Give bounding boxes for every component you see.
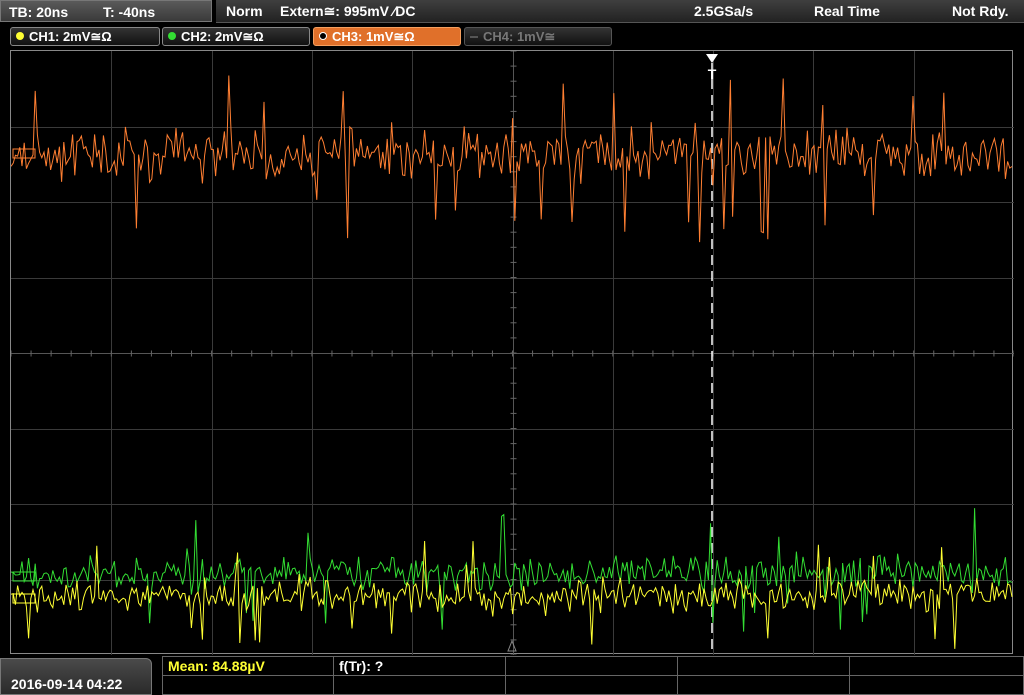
measurement-cell[interactable]	[849, 656, 1024, 676]
measurement-cell[interactable]	[505, 656, 678, 676]
time-offset: T: -40ns	[103, 4, 156, 20]
acquisition-mode: Real Time	[814, 3, 880, 19]
measurement-table: Mean: 84.88µV f(Tr): ?	[162, 656, 1024, 695]
trigger-marker-label: T	[708, 66, 717, 82]
frequency-measurement: f(Tr): ?	[339, 658, 384, 674]
top-bar: TB: 20ns T: -40ns Norm Extern≅: 995mV ∕D…	[0, 0, 1024, 24]
tab-ch1[interactable]: CH1: 2mV≅Ω	[10, 27, 160, 46]
ch2-label: CH2: 2mV≅Ω	[181, 29, 264, 44]
sample-rate: 2.5GSa/s	[694, 3, 754, 19]
ch3-indicator-icon	[319, 32, 327, 40]
trigger-level-icon	[507, 639, 517, 652]
graticule	[11, 51, 1014, 655]
ch1-label: CH1: 2mV≅Ω	[29, 29, 112, 44]
ch3-label: CH3: 1mV≅Ω	[332, 29, 415, 44]
waveform-display[interactable]: T	[10, 50, 1014, 655]
measurement-cell[interactable]	[505, 675, 678, 695]
ch1-indicator-icon	[16, 32, 24, 40]
ch4-label: CH4: 1mV≅	[483, 29, 556, 44]
measurement-cell[interactable]	[677, 656, 850, 676]
waveform-svg: T	[11, 51, 1014, 655]
ch4-indicator-icon	[470, 36, 478, 38]
timebase-box[interactable]: TB: 20ns T: -40ns	[0, 0, 212, 22]
trigger-mode[interactable]: Norm	[226, 3, 263, 19]
measurement-cell[interactable]	[677, 675, 850, 695]
measurement-cell[interactable]	[162, 675, 334, 695]
tab-ch2[interactable]: CH2: 2mV≅Ω	[162, 27, 310, 46]
measurement-cell[interactable]	[849, 675, 1024, 695]
trigger-position-icon[interactable]	[706, 54, 718, 63]
mean-measurement: Mean: 84.88µV	[168, 658, 265, 674]
measurement-cell[interactable]	[333, 675, 506, 695]
timebase-scale: TB: 20ns	[9, 4, 69, 20]
ch2-indicator-icon	[168, 32, 176, 40]
tab-ch4[interactable]: CH4: 1mV≅	[464, 27, 612, 46]
tab-ch3[interactable]: CH3: 1mV≅Ω	[313, 27, 461, 46]
trigger-source[interactable]: Extern≅: 995mV ∕DC	[280, 3, 415, 20]
channel-tabs: CH1: 2mV≅Ω CH2: 2mV≅Ω CH3: 1mV≅Ω CH4: 1m…	[0, 26, 1024, 48]
ch2-waveform	[11, 508, 1013, 632]
bottom-bar: 2016-09-14 04:22 Mean: 84.88µV f(Tr): ?	[0, 656, 1024, 695]
datetime-box: 2016-09-14 04:22	[0, 658, 152, 695]
acquisition-state: Not Rdy.	[952, 3, 1009, 19]
datetime: 2016-09-14 04:22	[11, 676, 123, 692]
status-bar: Norm Extern≅: 995mV ∕DC 2.5GSa/s Real Ti…	[216, 0, 1024, 23]
